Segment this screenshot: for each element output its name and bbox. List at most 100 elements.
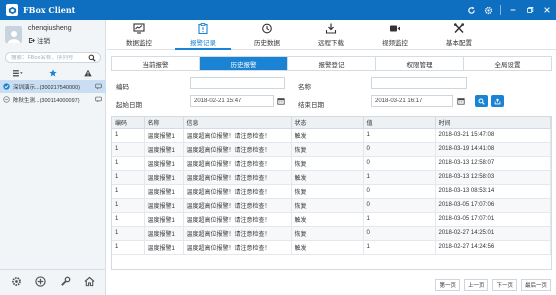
- cell-status: 恢复: [291, 198, 364, 213]
- chat-icon[interactable]: [95, 83, 102, 92]
- table-row[interactable]: 1 温度报警1 温度超高位报警！请注意检查！ 触发 1 2018-03-21 15:47:…: [112, 128, 551, 143]
- cell-code: 1: [112, 170, 145, 185]
- settings-icon[interactable]: [11, 276, 22, 289]
- cell-status: 触发: [291, 170, 364, 185]
- restore-icon[interactable]: [525, 5, 535, 15]
- tab-label: 基本配置: [446, 40, 472, 47]
- calendar-icon[interactable]: [455, 95, 466, 107]
- column-header-value[interactable]: 值: [363, 117, 436, 129]
- add-device-icon[interactable]: [35, 276, 46, 289]
- cell-code: 1: [112, 240, 145, 255]
- cell-status: 恢复: [291, 156, 364, 171]
- table-row[interactable]: 1 温度报警1 温度超高位报警！请注意检查！ 触发 1 2018-03-05 17:07:…: [112, 212, 551, 227]
- cell-name: 温度报警1: [144, 170, 184, 185]
- list-item[interactable]: 陈秋生测...(300114000097): [0, 93, 106, 106]
- name-field[interactable]: [371, 77, 467, 89]
- logout-button[interactable]: 注销: [28, 35, 50, 45]
- table-row[interactable]: 1 温度报警1 温度超高位报警！请注意检查！ 恢复 0 2018-03-05 17:07:…: [112, 198, 551, 213]
- tab-video-monitor[interactable]: 视频监控: [363, 20, 427, 50]
- cell-status: 触发: [291, 212, 364, 227]
- alarm-subtabs: 当前报警 历史报警 报警登记 权限管理 全局设置: [111, 56, 552, 71]
- close-icon[interactable]: [542, 5, 552, 15]
- cell-info: 温度超高位报警！请注意检查！: [183, 226, 292, 241]
- next-page-button[interactable]: 下一页: [492, 279, 517, 291]
- cell-status: 恢复: [291, 184, 364, 199]
- minimize-icon[interactable]: [508, 5, 518, 15]
- tab-alarm-record[interactable]: 报警记录: [171, 20, 235, 50]
- star-icon: [49, 69, 57, 77]
- cell-info: 温度超高位报警！请注意检查！: [183, 240, 292, 255]
- table-row[interactable]: 1 温度报警1 温度超高位报警！请注意检查！ 恢复 0 2018-02-27 14:25:…: [112, 226, 551, 241]
- first-page-button[interactable]: 第一页: [435, 279, 460, 291]
- tab-label: 视频监控: [382, 40, 408, 47]
- tab-label: 数据监控: [126, 40, 152, 47]
- cell-code: 1: [112, 212, 145, 227]
- column-header-time[interactable]: 时间: [435, 117, 551, 129]
- subtab-current-alarm[interactable]: 当前报警: [112, 57, 200, 70]
- logout-label: 注销: [37, 38, 50, 45]
- column-header-name[interactable]: 名称: [144, 117, 184, 129]
- table-row[interactable]: 1 温度报警1 温度超高位报警！请注意检查！ 恢复 0 2018-03-19 14:41:…: [112, 142, 551, 157]
- last-page-button[interactable]: 最后一页: [520, 279, 551, 291]
- tab-remote-download[interactable]: 远程下载: [299, 20, 363, 50]
- subtab-global-settings[interactable]: 全局设置: [464, 57, 551, 70]
- tab-history-data[interactable]: 历史数据: [235, 20, 299, 50]
- export-button[interactable]: [491, 95, 504, 107]
- cell-info: 温度超高位报警！请注意检查！: [183, 184, 292, 199]
- cell-time: 2018-03-13 08:53:14: [435, 184, 551, 199]
- cell-info: 温度超高位报警！请注意检查！: [183, 198, 292, 213]
- chat-icon[interactable]: [95, 96, 102, 105]
- tab-label: 远程下载: [318, 40, 344, 47]
- pagination: 第一页 上一页 下一页 最后一页: [435, 279, 551, 291]
- cell-value: 1: [363, 128, 436, 143]
- cell-info: 温度超高位报警！请注意检查！: [183, 212, 292, 227]
- code-field[interactable]: [190, 77, 285, 89]
- cell-code: 1: [112, 128, 145, 143]
- device-filter-row: [0, 67, 106, 79]
- cell-name: 温度报警1: [144, 156, 184, 171]
- download-icon: [325, 23, 337, 34]
- home-icon[interactable]: [84, 276, 95, 289]
- column-header-code[interactable]: 编码: [112, 117, 145, 129]
- cell-name: 温度报警1: [144, 184, 184, 199]
- cell-time: 2018-02-27 14:25:01: [435, 226, 551, 241]
- column-header-info[interactable]: 信息: [183, 117, 292, 129]
- cell-name: 温度报警1: [144, 128, 184, 143]
- cell-value: 0: [363, 156, 436, 171]
- refresh-icon[interactable]: [466, 5, 476, 15]
- video-camera-icon: [389, 23, 401, 34]
- cell-time: 2018-03-05 17:07:01: [435, 212, 551, 227]
- tab-basic-config[interactable]: 基本配置: [427, 20, 491, 50]
- table-row[interactable]: 1 温度报警1 温度超高位报警！请注意检查！ 恢复 0 2018-03-13 08:53:…: [112, 184, 551, 199]
- tab-label: 报警记录: [190, 40, 216, 47]
- subtab-permission-manage[interactable]: 权限管理: [376, 57, 464, 70]
- search-icon[interactable]: [88, 54, 96, 62]
- warning-filter-button[interactable]: [71, 69, 106, 77]
- start-date-field[interactable]: [190, 95, 274, 107]
- tools-icon: [453, 23, 465, 34]
- column-header-status[interactable]: 状态: [291, 117, 364, 129]
- title-bar: FBox Client: [0, 0, 556, 20]
- subtab-alarm-register[interactable]: 报警登记: [288, 57, 376, 70]
- subtab-history-alarm[interactable]: 历史报警: [200, 57, 288, 70]
- prev-page-button[interactable]: 上一页: [463, 279, 489, 291]
- settings-gear-icon[interactable]: [483, 5, 493, 15]
- list-item[interactable]: 深圳演示...(300217540000): [0, 80, 106, 93]
- cell-name: 温度报警1: [144, 212, 184, 227]
- username: chenqiusheng: [28, 25, 72, 32]
- table-row[interactable]: 1 温度报警1 温度超高位报警！请注意检查！ 触发 1 2018-02-27 14:24:…: [112, 240, 551, 255]
- search-input[interactable]: [11, 54, 89, 61]
- monitor-icon: [133, 23, 145, 34]
- list-view-button[interactable]: [0, 69, 35, 77]
- history-clock-icon: [261, 23, 273, 34]
- favorites-filter-button[interactable]: [35, 69, 70, 77]
- tab-data-monitor[interactable]: 数据监控: [107, 20, 171, 50]
- cell-time: 2018-03-13 12:58:03: [435, 170, 551, 185]
- table-row[interactable]: 1 温度报警1 温度超高位报警！请注意检查！ 触发 1 2018-03-13 12:58:…: [112, 170, 551, 185]
- sidebar: chenqiusheng 注销 深圳演示...(300217540000): [0, 20, 106, 295]
- table-row[interactable]: 1 温度报警1 温度超高位报警！请注意检查！ 恢复 0 2018-03-13 12:58:…: [112, 156, 551, 171]
- calendar-icon[interactable]: [275, 95, 286, 107]
- wrench-icon[interactable]: [60, 276, 71, 289]
- end-date-field[interactable]: [371, 95, 453, 107]
- search-button[interactable]: [475, 95, 488, 107]
